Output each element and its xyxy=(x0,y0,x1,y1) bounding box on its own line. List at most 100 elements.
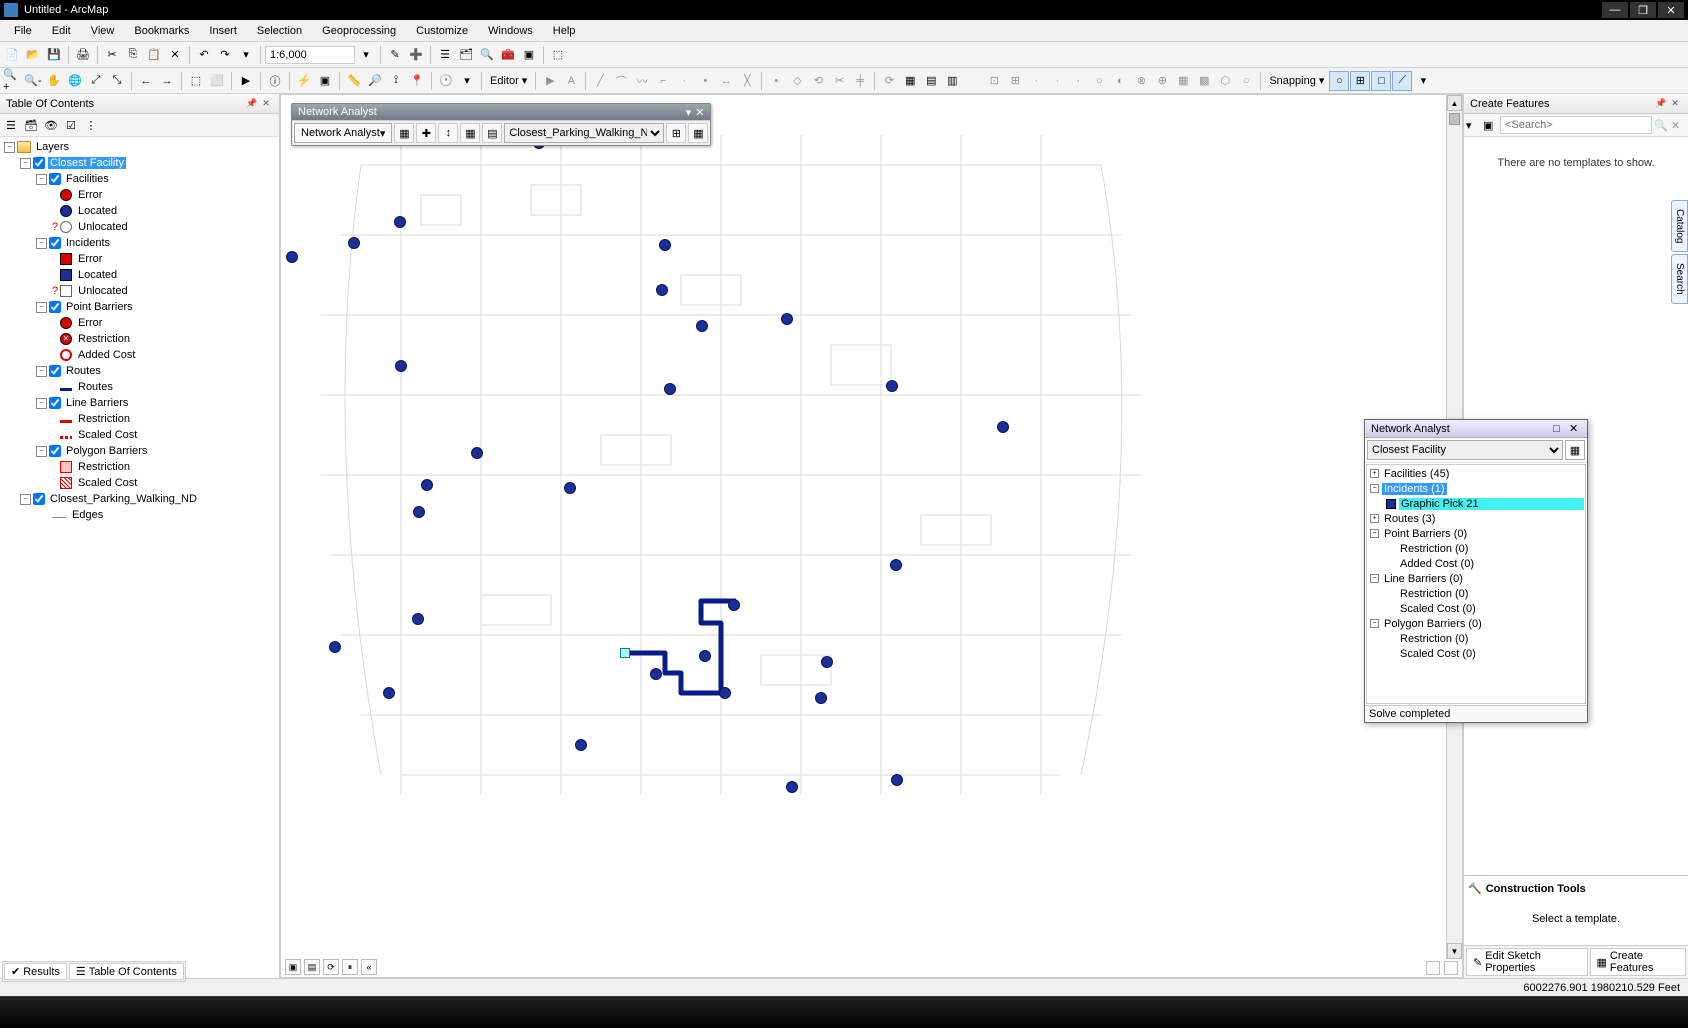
facility-point[interactable] xyxy=(395,360,407,372)
snap-point-button[interactable]: ○ xyxy=(1329,71,1349,91)
clear-selection-button[interactable]: ⬜ xyxy=(207,71,227,91)
edges-layer[interactable]: Edges xyxy=(2,507,277,523)
save-button[interactable]: 💾 xyxy=(44,45,64,65)
nd-layer[interactable]: −Closest_Parking_Walking_ND xyxy=(2,491,277,507)
right-angle-button[interactable]: ⌐ xyxy=(653,71,673,91)
layers-node[interactable]: −Layers xyxy=(2,139,277,155)
na-show-window-button[interactable]: ▦ xyxy=(394,123,414,143)
facility-point[interactable] xyxy=(394,216,406,228)
python-button[interactable]: ▣ xyxy=(519,45,539,65)
delete-button[interactable]: ✕ xyxy=(165,45,185,65)
routes-symbol[interactable]: Routes xyxy=(2,379,277,395)
search-side-tab[interactable]: Search xyxy=(1671,254,1688,304)
facilities-error-symbol[interactable]: Error xyxy=(2,187,277,203)
facility-point[interactable] xyxy=(699,650,711,662)
facility-point[interactable] xyxy=(564,482,576,494)
snap-vertex-button[interactable]: □ xyxy=(1371,71,1391,91)
editor-tool-2[interactable]: ⊞ xyxy=(1005,71,1025,91)
incidents-located-symbol[interactable]: Located xyxy=(2,267,277,283)
na-analysis-select[interactable]: Closest Facility xyxy=(1367,440,1563,460)
na-window-close[interactable]: ✕ xyxy=(1569,422,1581,435)
fixed-zoom-in-button[interactable]: ⤢ xyxy=(86,71,106,91)
polygon-barriers-checkbox[interactable] xyxy=(49,445,61,457)
pb-restriction-symbol[interactable]: ✕Restriction xyxy=(2,331,277,347)
facility-point[interactable] xyxy=(696,320,708,332)
closest-facility-layer[interactable]: −Closest Facility xyxy=(2,155,277,171)
point-tool-button[interactable]: • xyxy=(766,71,786,91)
go-xy-button[interactable]: 📍 xyxy=(407,71,427,91)
snap-end-button[interactable]: ⊞ xyxy=(1350,71,1370,91)
toc-tab[interactable]: ☰Table Of Contents xyxy=(69,963,184,980)
incidents-layer[interactable]: −Incidents xyxy=(2,235,277,251)
list-by-visibility-button[interactable]: 👁 xyxy=(42,116,60,134)
create-features-pin[interactable]: 📌 xyxy=(1654,97,1668,111)
templates-group-button[interactable]: ▣ xyxy=(1483,119,1498,132)
menu-windows[interactable]: Windows xyxy=(478,22,543,40)
facility-point[interactable] xyxy=(286,251,298,263)
new-button[interactable]: 📄 xyxy=(2,45,22,65)
search-window-button[interactable]: 🔍 xyxy=(477,45,497,65)
editor-tool-10[interactable]: ▦ xyxy=(1173,71,1193,91)
redo-button[interactable]: ↷ xyxy=(215,45,235,65)
editor-tool-12[interactable]: ⬡ xyxy=(1215,71,1235,91)
facility-point[interactable] xyxy=(719,687,731,699)
menu-customize[interactable]: Customize xyxy=(406,22,478,40)
pan-button[interactable]: ✋ xyxy=(44,71,64,91)
refresh-button[interactable]: ⟳ xyxy=(323,959,339,975)
na-tree[interactable]: +Facilities (45) −Incidents (1) Graphic … xyxy=(1366,464,1586,704)
scroll-thumb[interactable] xyxy=(1449,113,1460,125)
na-pgb-restriction-node[interactable]: Restriction (0) xyxy=(1368,631,1584,646)
na-toolbar-dropdown[interactable]: ▾ xyxy=(686,106,692,119)
create-features-button[interactable]: ▥ xyxy=(942,71,962,91)
na-identify-button[interactable]: ▦ xyxy=(688,123,708,143)
facility-point[interactable] xyxy=(413,506,425,518)
closest-facility-checkbox[interactable] xyxy=(33,157,45,169)
templates-search-button[interactable]: 🔍 xyxy=(1654,119,1669,132)
na-select-move-button[interactable]: ↕ xyxy=(438,123,458,143)
prev-view-button[interactable]: « xyxy=(361,959,377,975)
select-features-button[interactable]: ⬚ xyxy=(186,71,206,91)
lb-restriction-symbol[interactable]: Restriction xyxy=(2,411,277,427)
hyperlink-button[interactable]: ⚡ xyxy=(294,71,314,91)
templates-filter-button[interactable]: ▾ xyxy=(1466,119,1481,132)
arc-segment-button[interactable]: ⌒ xyxy=(611,71,631,91)
editor-menu-button[interactable]: Editor ▾ xyxy=(486,74,531,87)
pb-error-symbol[interactable]: Error xyxy=(2,315,277,331)
end-point-button[interactable]: • xyxy=(695,71,715,91)
catalog-side-tab[interactable]: Catalog xyxy=(1671,200,1688,252)
facility-point[interactable] xyxy=(821,656,833,668)
editor-tool-5[interactable]: · xyxy=(1068,71,1088,91)
cut-button[interactable]: ✂ xyxy=(102,45,122,65)
facility-point[interactable] xyxy=(890,559,902,571)
undo-button[interactable]: ↶ xyxy=(194,45,214,65)
network-analyst-toolbar[interactable]: Network Analyst▾✕ Network Analyst ▾ ▦ ✚ … xyxy=(291,103,711,146)
edit-sketch-tab[interactable]: ✎Edit Sketch Properties xyxy=(1466,948,1588,976)
na-polygon-barriers-node[interactable]: −Polygon Barriers (0) xyxy=(1368,616,1584,631)
facility-point[interactable] xyxy=(815,692,827,704)
snapping-menu-button[interactable]: Snapping ▾ xyxy=(1265,74,1328,87)
toc-options-button[interactable]: ⋮ xyxy=(82,116,100,134)
windows-taskbar[interactable] xyxy=(0,996,1688,1028)
incidents-error-symbol[interactable]: Error xyxy=(2,251,277,267)
snapping-options-button[interactable]: ▾ xyxy=(1413,71,1433,91)
line-barriers-checkbox[interactable] xyxy=(49,397,61,409)
menu-selection[interactable]: Selection xyxy=(247,22,312,40)
add-data-button[interactable]: ➕ xyxy=(406,45,426,65)
snap-edge-button[interactable]: ⟋ xyxy=(1392,71,1412,91)
facility-point[interactable] xyxy=(781,313,793,325)
facility-point[interactable] xyxy=(728,599,740,611)
scroll-down-button[interactable]: ▼ xyxy=(1447,943,1462,959)
list-by-drawing-order-button[interactable]: ☰ xyxy=(2,116,20,134)
na-point-barriers-node[interactable]: −Point Barriers (0) xyxy=(1368,526,1584,541)
pgb-restriction-symbol[interactable]: Restriction xyxy=(2,459,277,475)
nd-checkbox[interactable] xyxy=(33,493,45,505)
editor-tool-6[interactable]: ○ xyxy=(1089,71,1109,91)
back-extent-button[interactable]: ← xyxy=(136,71,156,91)
edit-annotation-button[interactable]: A xyxy=(561,71,581,91)
templates-search-input[interactable] xyxy=(1500,116,1652,134)
facilities-layer[interactable]: −Facilities xyxy=(2,171,277,187)
facility-point[interactable] xyxy=(348,237,360,249)
html-popup-button[interactable]: ▣ xyxy=(315,71,335,91)
scale-dropdown[interactable]: ▾ xyxy=(356,45,376,65)
facilities-checkbox[interactable] xyxy=(49,173,61,185)
